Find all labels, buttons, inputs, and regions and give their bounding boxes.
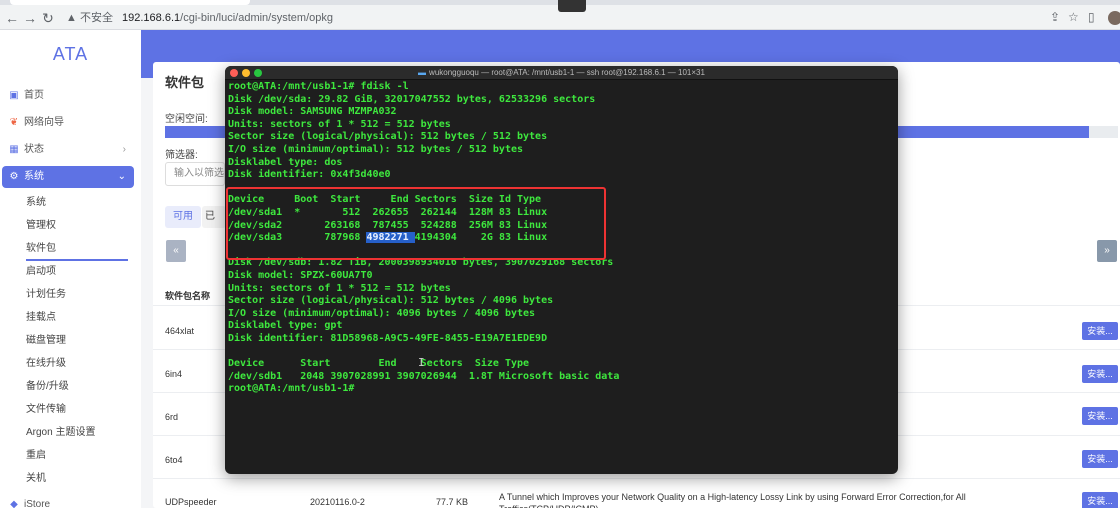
logo: ATA (52, 44, 89, 64)
subnav-disk-management[interactable]: 磁盘管理 (26, 331, 66, 351)
terminal-line: Disk model: SAMSUNG MZMPA032 (228, 106, 397, 118)
browser-toolbar: ← → ↻ ▲ 不安全 192.168.6.1/cgi-bin/luci/adm… (0, 0, 1120, 30)
install-button[interactable]: 安装... (1082, 365, 1118, 383)
column-header-name: 软件包名称 (165, 291, 211, 301)
terminal-line: Device Start End Sectors Size Type (228, 358, 530, 370)
terminal-line: root@ATA:/mnt/usb1-1# (228, 383, 355, 395)
filter-input[interactable]: 输入以筛选... (165, 162, 225, 186)
sidebar-item-status[interactable]: ▦ 状态 › (8, 139, 134, 161)
free-space-label: 空闲空间: (165, 114, 208, 125)
terminal-line: I/O size (minimum/optimal): 4096 bytes /… (228, 307, 536, 319)
bookmark-star-icon[interactable]: ☆ (1068, 10, 1079, 24)
subnav-scheduled-tasks[interactable]: 计划任务 (26, 285, 66, 305)
gear-icon: ⚙ (9, 171, 19, 182)
install-button[interactable]: 安装... (1082, 322, 1118, 340)
chevron-right-icon: › (122, 144, 126, 155)
store-icon: ◆ (10, 499, 18, 508)
share-icon[interactable]: ⇪ (1050, 10, 1060, 24)
subnav-system[interactable]: 系统 (26, 193, 46, 213)
tab-available[interactable]: 可用 (165, 206, 201, 228)
pager-next-button[interactable]: » (1097, 240, 1117, 262)
terminal-line: Disklabel type: dos (228, 156, 343, 168)
terminal-line: Units: sectors of 1 * 512 = 512 bytes (228, 118, 451, 130)
subnav-backup[interactable]: 备份/升级 (26, 377, 69, 397)
sidebar-item-label: iStore (24, 499, 51, 508)
install-button[interactable]: 安装... (1082, 492, 1118, 508)
install-button[interactable]: 安装... (1082, 450, 1118, 468)
table-row-size: 77.7 KB (436, 497, 469, 507)
terminal-line: Disk /dev/sda: 29.82 GiB, 32017047552 by… (228, 93, 596, 105)
sidebar-item-network-wizard[interactable]: ❦ 网络向导 (8, 112, 134, 134)
active-indicator (26, 259, 128, 261)
terminal-window[interactable]: ▬ wukongguoqu — root@ATA: /mnt/usb1-1 — s… (225, 66, 898, 474)
sidebar-item-istore[interactable]: ◆ iStore (8, 494, 134, 508)
folder-icon: ▬ (418, 68, 427, 77)
terminal-line: /dev/sdb1 2048 3907028991 3907026944 1.8… (228, 370, 620, 382)
text-cursor-icon: I (418, 356, 425, 369)
row-divider (153, 478, 1120, 479)
url-path: /cgi-bin/luci/admin/system/opkg (180, 12, 333, 24)
terminal-line: Disk identifier: 81D58968-A9C5-49FE-8455… (228, 332, 548, 344)
forward-icon[interactable]: → (22, 10, 38, 26)
table-row-name: UDPspeeder (165, 497, 217, 507)
terminal-line: Disk model: SPZX-60UA7T0 (228, 269, 373, 281)
table-row-name: 6to4 (165, 455, 183, 465)
subnav-startup[interactable]: 启动项 (26, 262, 56, 282)
sidebar-item-system[interactable]: ⚙ 系统 ⌄ (2, 166, 134, 188)
terminal-line: Units: sectors of 1 * 512 = 512 bytes (228, 282, 451, 294)
reload-icon[interactable]: ↻ (40, 10, 56, 26)
grid-icon: ▦ (9, 144, 19, 155)
back-icon[interactable]: ← (4, 10, 20, 26)
browser-tab[interactable] (10, 0, 250, 5)
terminal-line: Disk identifier: 0x4f3d40e0 (228, 169, 391, 181)
install-button[interactable]: 安装... (1082, 407, 1118, 425)
sidebar-item-label: 系统 (24, 171, 44, 182)
table-row-name: 6rd (165, 412, 179, 422)
sidebar-item-home[interactable]: ▣ 首页 (8, 85, 134, 107)
subnav-admin[interactable]: 管理权 (26, 216, 56, 236)
table-row-name: 464xlat (165, 326, 195, 336)
sidebar-item-label: 首页 (24, 90, 44, 101)
table-row-description: A Tunnel which Improves your Network Qua… (499, 492, 966, 508)
subnav-mount-points[interactable]: 挂载点 (26, 308, 56, 328)
terminal-title: wukongguoqu — root@ATA: /mnt/usb1-1 — ss… (429, 68, 705, 77)
terminal-line: I/O size (minimum/optimal): 512 bytes / … (228, 143, 524, 155)
subnav-file-transfer[interactable]: 文件传输 (26, 400, 66, 420)
sidebar-item-label: 状态 (24, 144, 44, 155)
sidebar-item-label: 网络向导 (24, 117, 64, 128)
tab-installed[interactable]: 已安装 (202, 206, 226, 228)
terminal-line: Sector size (logical/physical): 512 byte… (228, 131, 548, 143)
terminal-line: root@ATA:/mnt/usb1-1# fdisk -l (228, 81, 409, 92)
subnav-argon-theme[interactable]: Argon 主题设置 (26, 423, 95, 443)
dashboard-icon: ▣ (9, 90, 19, 101)
subnav-software[interactable]: 软件包 (26, 239, 56, 259)
url-host: 192.168.6.1 (122, 12, 181, 24)
profile-avatar[interactable] (1108, 11, 1120, 25)
subnav-online-upgrade[interactable]: 在线升级 (26, 354, 66, 374)
wizard-icon: ❦ (9, 117, 19, 128)
terminal-line: Disklabel type: gpt (228, 320, 343, 332)
red-highlight-box (226, 187, 606, 260)
pager-prev-button[interactable]: « (166, 240, 186, 262)
warning-icon[interactable]: ▲ (66, 12, 77, 24)
sidebar-toggle-icon[interactable]: ▯ (1088, 10, 1095, 24)
subnav-shutdown[interactable]: 关机 (26, 469, 46, 489)
terminal-titlebar[interactable]: ▬ wukongguoqu — root@ATA: /mnt/usb1-1 — s… (225, 66, 898, 80)
filter-label: 筛选器: (165, 150, 198, 161)
table-row-name: 6in4 (165, 369, 183, 379)
subnav-reboot[interactable]: 重启 (26, 446, 46, 466)
insecure-label: 不安全 (79, 12, 113, 24)
address-bar[interactable]: ▲ 不安全 192.168.6.1/cgi-bin/luci/admin/sys… (60, 8, 1090, 28)
chevron-down-icon: ⌄ (117, 171, 126, 182)
page-title: 软件包 (165, 75, 205, 90)
table-row-version: 20210116.0-2 (310, 497, 365, 507)
terminal-line: Sector size (logical/physical): 512 byte… (228, 295, 554, 307)
